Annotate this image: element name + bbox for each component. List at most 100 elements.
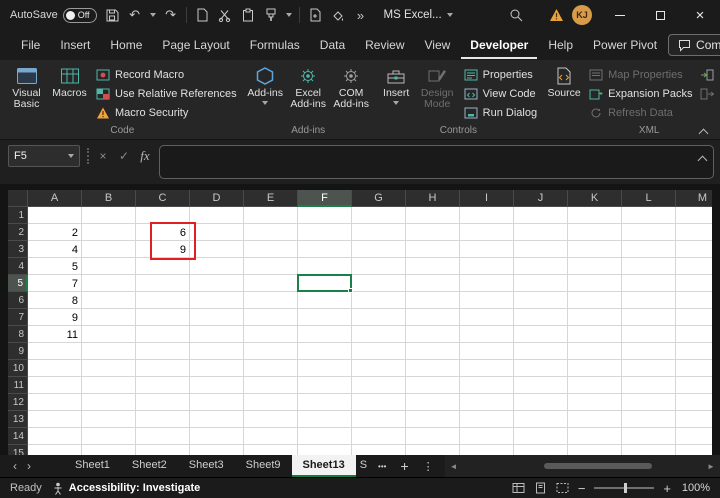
tab-insert[interactable]: Insert	[51, 31, 99, 59]
row-header-3[interactable]: 3	[8, 241, 28, 258]
redo-icon[interactable]: ↷	[163, 6, 179, 24]
zoom-slider-thumb[interactable]	[624, 483, 628, 493]
sheet-tab-sheet1[interactable]: Sheet1	[64, 455, 121, 477]
properties-button[interactable]: Properties	[464, 67, 537, 82]
scrollbar-thumb[interactable]	[543, 463, 653, 469]
warning-icon[interactable]	[548, 6, 564, 24]
source-button[interactable]: Source	[545, 63, 583, 124]
column-header-I[interactable]: I	[460, 190, 514, 207]
sheet-tab-sheet9[interactable]: Sheet9	[235, 455, 292, 477]
fill-handle[interactable]	[348, 288, 353, 293]
row-header-10[interactable]: 10	[8, 360, 28, 377]
qat-dropdown-icon[interactable]	[285, 13, 292, 17]
column-header-L[interactable]: L	[622, 190, 676, 207]
sheet-tab-partial[interactable]: S	[356, 455, 371, 477]
tab-file[interactable]: File	[12, 31, 49, 59]
zoom-out-button[interactable]: −	[578, 481, 586, 496]
name-box-dropdown-icon[interactable]	[68, 154, 74, 158]
tab-page-layout[interactable]: Page Layout	[153, 31, 238, 59]
autosave-control[interactable]: AutoSave Off	[10, 7, 97, 23]
clipboard-icon[interactable]	[240, 6, 256, 24]
column-header-B[interactable]: B	[82, 190, 136, 207]
use-relative-references-button[interactable]: Use Relative References	[96, 86, 237, 101]
run-dialog-button[interactable]: Run Dialog	[464, 105, 537, 120]
search-icon[interactable]	[508, 6, 524, 24]
sheet-tab-sheet13[interactable]: Sheet13	[291, 455, 356, 477]
tab-developer[interactable]: Developer	[461, 31, 538, 59]
record-macro-button[interactable]: Record Macro	[96, 67, 237, 82]
view-code-button[interactable]: View Code	[464, 86, 537, 101]
cells-background[interactable]	[28, 207, 712, 455]
zoom-slider[interactable]	[594, 483, 655, 493]
zoom-in-button[interactable]: +	[663, 481, 671, 496]
add-ins-button[interactable]: Add-ins	[245, 63, 286, 124]
column-header-A[interactable]: A	[28, 190, 82, 207]
avatar[interactable]: KJ	[572, 5, 592, 25]
fill-color-icon[interactable]	[330, 6, 346, 24]
column-header-C[interactable]: C	[136, 190, 190, 207]
page-break-view-icon[interactable]	[556, 482, 569, 494]
insert-function-icon[interactable]: fx	[138, 145, 152, 167]
row-header-6[interactable]: 6	[8, 292, 28, 309]
maximize-button[interactable]	[640, 0, 680, 30]
format-painter-icon[interactable]	[263, 6, 279, 24]
comments-button[interactable]: Comments	[668, 34, 720, 56]
overflow-icon[interactable]: »	[353, 6, 369, 24]
select-all-corner[interactable]	[8, 190, 28, 207]
insert-control-button[interactable]: Insert	[378, 63, 415, 124]
column-header-H[interactable]: H	[406, 190, 460, 207]
visual-basic-button[interactable]: Visual Basic	[6, 63, 47, 124]
sheet-tab-sheet3[interactable]: Sheet3	[178, 455, 235, 477]
row-header-13[interactable]: 13	[8, 411, 28, 428]
row-header-15[interactable]: 15	[8, 445, 28, 455]
cell-A8[interactable]: 11	[28, 326, 82, 343]
row-header-2[interactable]: 2	[8, 224, 28, 241]
collapse-ribbon-button[interactable]	[698, 124, 710, 139]
expansion-packs-button[interactable]: Expansion Packs	[589, 86, 692, 101]
cell-A4[interactable]: 5	[28, 258, 82, 275]
cell-A2[interactable]: 2	[28, 224, 82, 241]
grid-area[interactable]: A B C D E F G H I J K L M 1 2 3 4 5 6 7 8 9 10 11 12 13 14 15 2 4 5 7 8 9…	[0, 184, 720, 455]
row-header-14[interactable]: 14	[8, 428, 28, 445]
sheet-overflow-icon[interactable]: •••	[371, 462, 393, 471]
undo-dropdown-icon[interactable]	[149, 13, 156, 17]
excel-add-ins-button[interactable]: Excel Add-ins	[288, 63, 329, 124]
tab-help[interactable]: Help	[539, 31, 582, 59]
row-header-1[interactable]: 1	[8, 207, 28, 224]
tab-formulas[interactable]: Formulas	[241, 31, 309, 59]
row-header-9[interactable]: 9	[8, 343, 28, 360]
app-title[interactable]: MS Excel...	[384, 9, 453, 21]
macro-security-button[interactable]: Macro Security	[96, 105, 237, 120]
tab-view[interactable]: View	[416, 31, 460, 59]
autosave-toggle[interactable]: Off	[62, 7, 97, 23]
cell-A5[interactable]: 7	[28, 275, 82, 292]
row-header-11[interactable]: 11	[8, 377, 28, 394]
row-header-12[interactable]: 12	[8, 394, 28, 411]
column-header-K[interactable]: K	[568, 190, 622, 207]
sheet-menu-icon[interactable]: ⋮	[416, 460, 441, 473]
column-header-F[interactable]: F	[298, 190, 352, 207]
tab-home[interactable]: Home	[101, 31, 151, 59]
undo-icon[interactable]: ↶	[127, 6, 143, 24]
horizontal-scrollbar[interactable]: ◄ ►	[444, 455, 720, 477]
cell-A6[interactable]: 8	[28, 292, 82, 309]
add-sheet-button[interactable]: +	[393, 458, 415, 474]
tab-data[interactable]: Data	[311, 31, 354, 59]
sheet-nav-right-icon[interactable]: ›	[22, 459, 36, 473]
com-add-ins-button[interactable]: COM Add-ins	[331, 63, 372, 124]
formula-bar-expand-icon[interactable]	[697, 155, 708, 167]
accessibility-status[interactable]: Accessibility: Investigate	[52, 482, 200, 495]
sheet-tab-sheet2[interactable]: Sheet2	[121, 455, 178, 477]
normal-view-icon[interactable]	[512, 482, 525, 494]
name-box[interactable]: F5	[8, 145, 80, 167]
cell-A7[interactable]: 9	[28, 309, 82, 326]
column-header-D[interactable]: D	[190, 190, 244, 207]
scroll-left-icon[interactable]: ◄	[448, 462, 460, 471]
tab-power-pivot[interactable]: Power Pivot	[584, 31, 666, 59]
import-button[interactable]: Import	[700, 67, 720, 82]
column-header-J[interactable]: J	[514, 190, 568, 207]
row-header-4[interactable]: 4	[8, 258, 28, 275]
macros-button[interactable]: Macros	[49, 63, 90, 124]
cell-A3[interactable]: 4	[28, 241, 82, 258]
column-header-G[interactable]: G	[352, 190, 406, 207]
